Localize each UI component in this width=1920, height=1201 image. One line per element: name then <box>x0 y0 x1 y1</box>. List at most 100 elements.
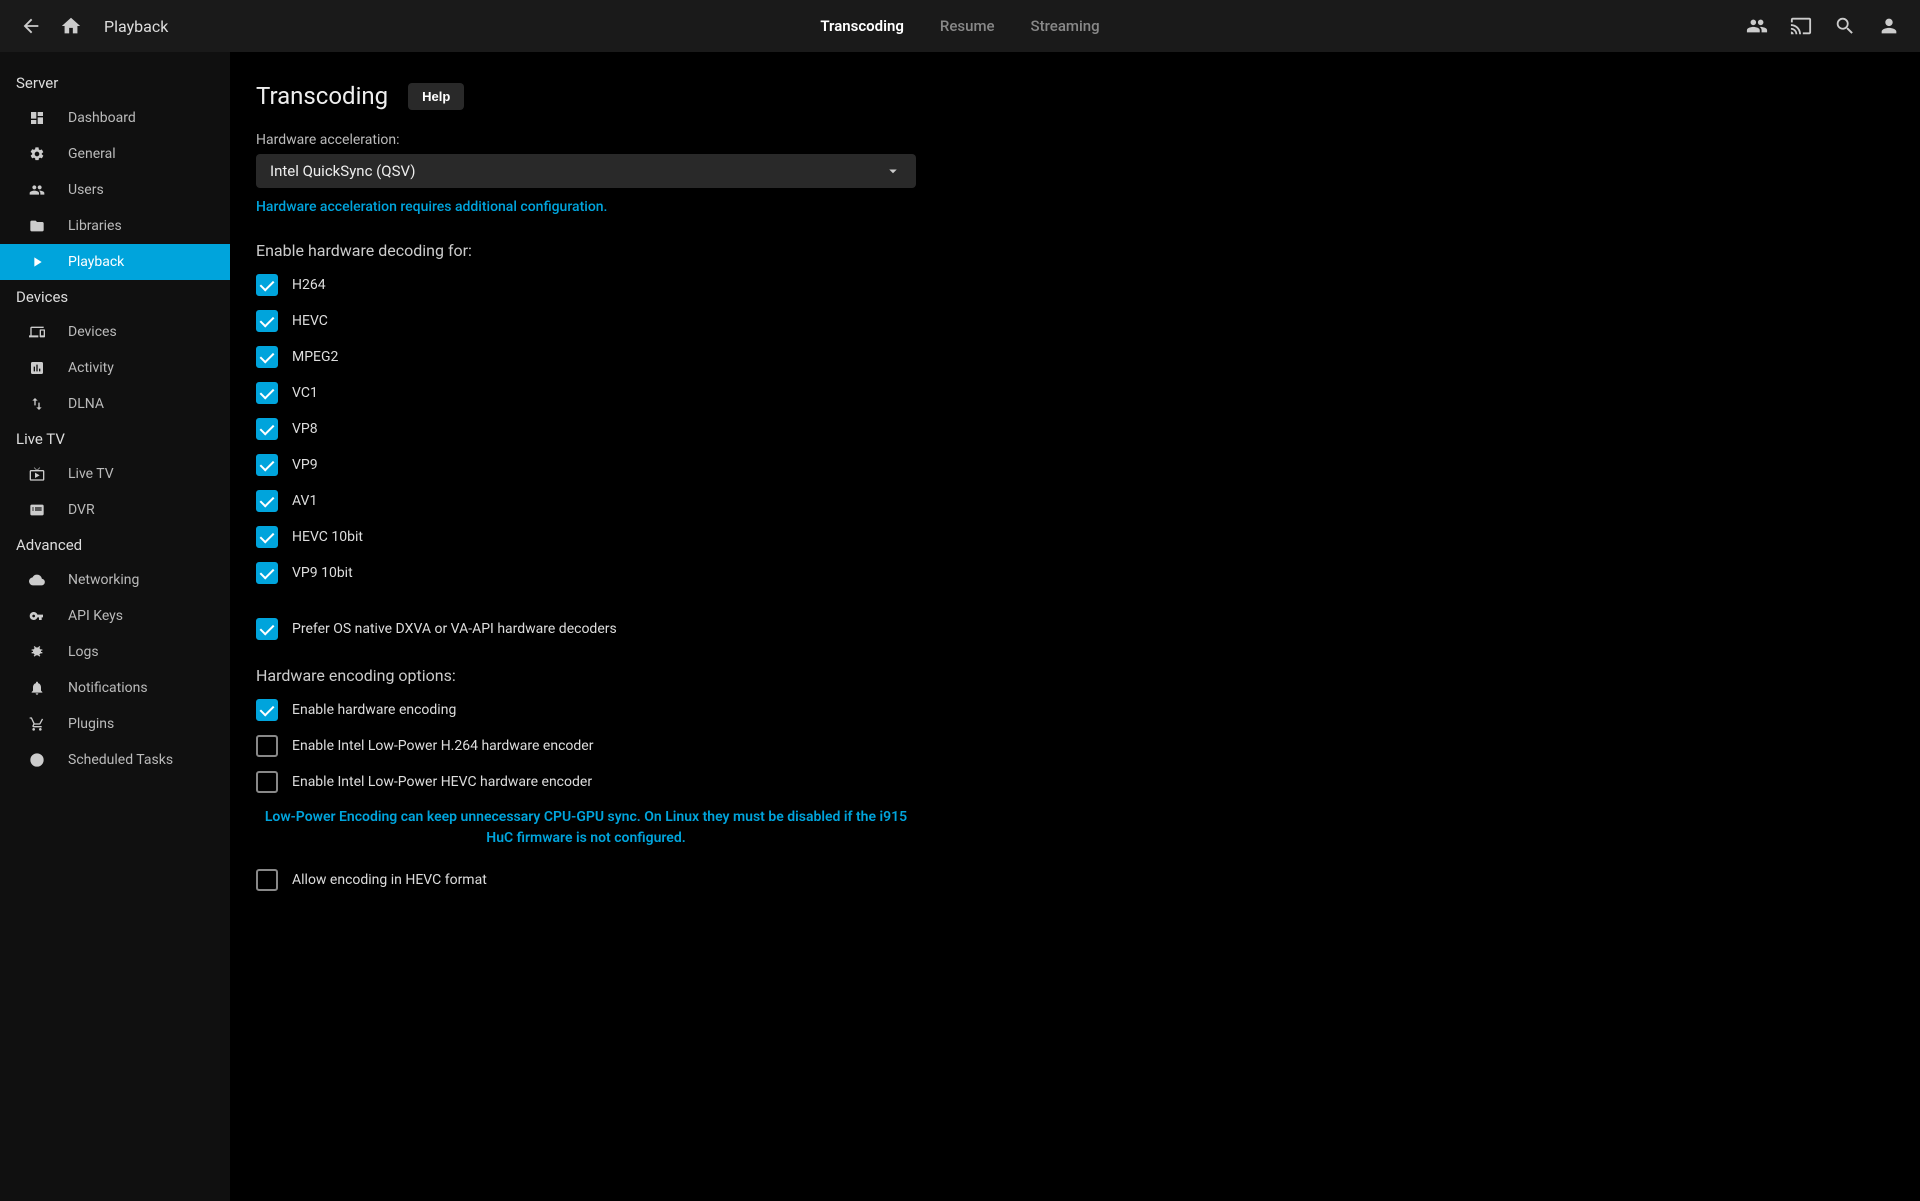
encode-enable-intel-low-power-h.264-h-label: Enable Intel Low-Power H.264 hardware en… <box>292 738 593 754</box>
sidebar-item-users[interactable]: Users <box>0 172 230 208</box>
sidebar-item-label: Playback <box>68 254 124 270</box>
dvr-icon <box>28 502 46 518</box>
decode-mpeg2-checkbox[interactable] <box>256 346 278 368</box>
tab-resume[interactable]: Resume <box>940 17 995 35</box>
prefer-native-row[interactable]: Prefer OS native DXVA or VA-API hardware… <box>256 618 916 640</box>
decode-mpeg2-row[interactable]: MPEG2 <box>256 346 916 368</box>
sidebar-item-dashboard[interactable]: Dashboard <box>0 100 230 136</box>
person-icon <box>1878 15 1900 37</box>
encode-enable-intel-low-power-h.264-h-checkbox[interactable] <box>256 735 278 757</box>
sidebar-item-plugins[interactable]: Plugins <box>0 706 230 742</box>
users-icon <box>28 182 46 198</box>
encode-enable-hardware-encoding-row[interactable]: Enable hardware encoding <box>256 699 916 721</box>
decode-vp9-checkbox[interactable] <box>256 454 278 476</box>
decode-av1-row[interactable]: AV1 <box>256 490 916 512</box>
group-button[interactable] <box>1746 15 1768 37</box>
sidebar-item-playback[interactable]: Playback <box>0 244 230 280</box>
search-button[interactable] <box>1834 15 1856 37</box>
sidebar-item-label: Devices <box>68 324 117 340</box>
sidebar-item-label: Libraries <box>68 218 122 234</box>
sidebar-item-networking[interactable]: Networking <box>0 562 230 598</box>
sidebar-item-label: DVR <box>68 502 95 518</box>
decode-hevc-label: HEVC <box>292 313 328 329</box>
decode-vc1-row[interactable]: VC1 <box>256 382 916 404</box>
settings-icon <box>28 146 46 162</box>
encode-enable-intel-low-power-h.264-h-row[interactable]: Enable Intel Low-Power H.264 hardware en… <box>256 735 916 757</box>
sidebar-section-title: Server <box>0 66 230 100</box>
sidebar-item-notifications[interactable]: Notifications <box>0 670 230 706</box>
search-icon <box>1834 15 1856 37</box>
hw-accel-select[interactable]: Intel QuickSync (QSV) <box>256 154 916 188</box>
decode-hevc-row[interactable]: HEVC <box>256 310 916 332</box>
decode-vp8-row[interactable]: VP8 <box>256 418 916 440</box>
sidebar-section-title: Devices <box>0 280 230 314</box>
sidebar-item-logs[interactable]: Logs <box>0 634 230 670</box>
decode-hevc-10bit-checkbox[interactable] <box>256 526 278 548</box>
folder-icon <box>28 218 46 234</box>
allow-hevc-row[interactable]: Allow encoding in HEVC format <box>256 869 916 891</box>
decode-hevc-checkbox[interactable] <box>256 310 278 332</box>
sidebar-item-libraries[interactable]: Libraries <box>0 208 230 244</box>
chevron-down-icon <box>884 162 902 180</box>
decode-vp8-checkbox[interactable] <box>256 418 278 440</box>
cast-button[interactable] <box>1790 15 1812 37</box>
sidebar-item-general[interactable]: General <box>0 136 230 172</box>
sidebar-item-label: Users <box>68 182 104 198</box>
sidebar-item-scheduled-tasks[interactable]: Scheduled Tasks <box>0 742 230 778</box>
home-icon <box>60 15 82 37</box>
back-button[interactable] <box>20 15 42 37</box>
sidebar-item-label: Logs <box>68 644 99 660</box>
sidebar-item-dlna[interactable]: DLNA <box>0 386 230 422</box>
bell-icon <box>28 680 46 696</box>
sidebar-item-label: General <box>68 146 116 162</box>
home-button[interactable] <box>60 15 82 37</box>
user-button[interactable] <box>1878 15 1900 37</box>
decode-vc1-checkbox[interactable] <box>256 382 278 404</box>
sidebar-item-api-keys[interactable]: API Keys <box>0 598 230 634</box>
decode-h264-checkbox[interactable] <box>256 274 278 296</box>
decode-vp9-10bit-checkbox[interactable] <box>256 562 278 584</box>
sidebar-item-live-tv[interactable]: Live TV <box>0 456 230 492</box>
hw-accel-label: Hardware acceleration: <box>256 132 916 148</box>
sidebar-item-dvr[interactable]: DVR <box>0 492 230 528</box>
sidebar-item-devices[interactable]: Devices <box>0 314 230 350</box>
sidebar-item-label: DLNA <box>68 396 104 412</box>
sidebar-item-label: Activity <box>68 360 114 376</box>
header-title: Playback <box>104 17 168 36</box>
main-content: Transcoding Help Hardware acceleration: … <box>230 52 1920 1201</box>
decode-vp9-row[interactable]: VP9 <box>256 454 916 476</box>
tab-streaming[interactable]: Streaming <box>1031 17 1100 35</box>
decode-mpeg2-label: MPEG2 <box>292 349 338 365</box>
prefer-native-label: Prefer OS native DXVA or VA-API hardware… <box>292 621 617 637</box>
encode-enable-intel-low-power-hevc-ha-row[interactable]: Enable Intel Low-Power HEVC hardware enc… <box>256 771 916 793</box>
allow-hevc-label: Allow encoding in HEVC format <box>292 872 487 888</box>
page-title: Transcoding <box>256 82 388 110</box>
decode-vp9-10bit-label: VP9 10bit <box>292 565 353 581</box>
encode-enable-hardware-encoding-checkbox[interactable] <box>256 699 278 721</box>
livetv-icon <box>28 466 46 482</box>
decode-av1-label: AV1 <box>292 493 317 509</box>
decode-av1-checkbox[interactable] <box>256 490 278 512</box>
decode-vc1-label: VC1 <box>292 385 318 401</box>
encode-enable-intel-low-power-hevc-ha-label: Enable Intel Low-Power HEVC hardware enc… <box>292 774 592 790</box>
decode-vp9-10bit-row[interactable]: VP9 10bit <box>256 562 916 584</box>
encoding-section-label: Hardware encoding options: <box>256 666 916 685</box>
encode-enable-intel-low-power-hevc-ha-checkbox[interactable] <box>256 771 278 793</box>
sidebar-item-activity[interactable]: Activity <box>0 350 230 386</box>
help-button[interactable]: Help <box>408 83 464 110</box>
lowpower-note: Low-Power Encoding can keep unnecessary … <box>256 807 916 849</box>
tab-transcoding[interactable]: Transcoding <box>820 17 904 35</box>
encode-enable-hardware-encoding-label: Enable hardware encoding <box>292 702 456 718</box>
dlna-icon <box>28 396 46 412</box>
decode-hevc-10bit-row[interactable]: HEVC 10bit <box>256 526 916 548</box>
allow-hevc-checkbox[interactable] <box>256 869 278 891</box>
plugins-icon <box>28 716 46 732</box>
prefer-native-checkbox[interactable] <box>256 618 278 640</box>
decode-h264-row[interactable]: H264 <box>256 274 916 296</box>
cloud-icon <box>28 572 46 588</box>
app-header: Playback Transcoding Resume Streaming <box>0 0 1920 52</box>
clock-icon <box>28 752 46 768</box>
activity-icon <box>28 360 46 376</box>
decode-vp8-label: VP8 <box>292 421 318 437</box>
hw-accel-hint-link[interactable]: Hardware acceleration requires additiona… <box>256 199 607 215</box>
